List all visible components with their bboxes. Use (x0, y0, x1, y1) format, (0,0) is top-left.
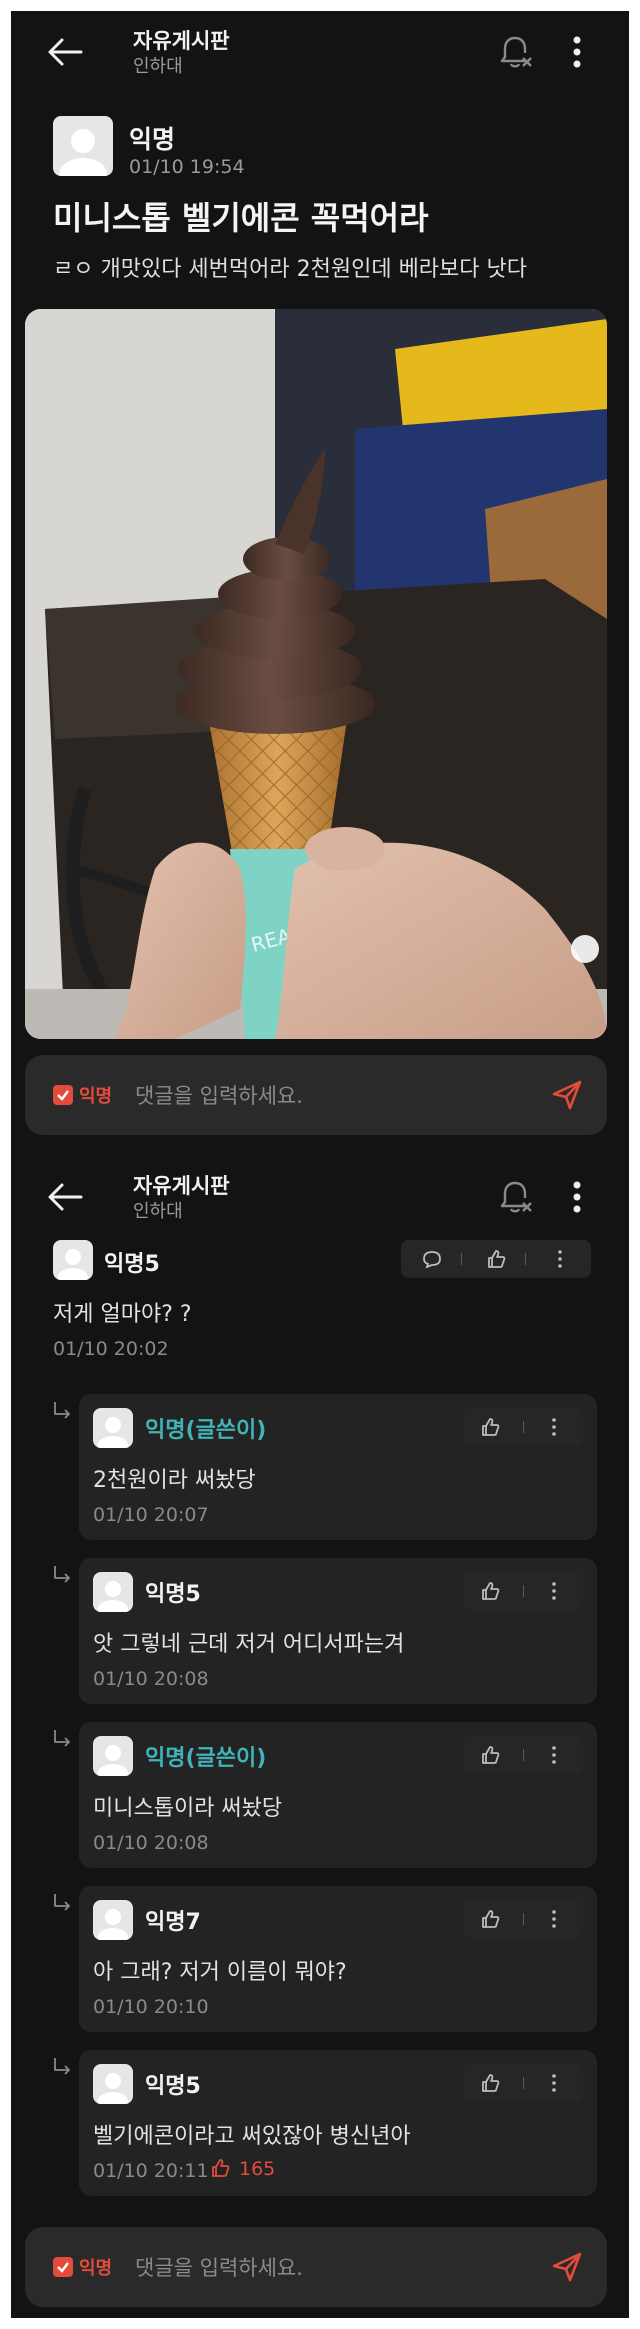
avatar (53, 1240, 93, 1280)
comment-actions (401, 1240, 591, 1278)
reply-author: 익명5 (145, 2074, 201, 2099)
separator (523, 2077, 524, 2089)
reply-time: 01/10 20:11 (93, 2160, 209, 2182)
reply-time: 01/10 20:07 (93, 1504, 209, 1526)
thumbs-up-icon[interactable] (471, 2064, 509, 2102)
reply-actions (463, 1572, 583, 1610)
more-vertical-icon[interactable] (541, 1240, 579, 1278)
avatar (93, 1900, 133, 1940)
reply-arrow-icon (54, 1894, 70, 1911)
more-vertical-icon[interactable] (571, 35, 583, 69)
checkbox-icon[interactable] (53, 1085, 73, 1105)
board-title: 자유게시판 (133, 29, 230, 53)
reply-author: 익명7 (145, 1910, 201, 1935)
separator (523, 1421, 524, 1433)
back-arrow-icon[interactable] (47, 37, 83, 67)
separator (523, 1749, 524, 1761)
separator (523, 1913, 524, 1925)
reply-card: 익명7 아 그래? 저거 이름이 뭐야? 01/10 20:10 (79, 1886, 597, 2032)
reply-card: 익명(글쓴이) 미니스톱이라 써놨당 01/10 20:08 (79, 1722, 597, 1868)
more-vertical-icon[interactable] (535, 1900, 573, 1938)
more-vertical-icon[interactable] (535, 1736, 573, 1774)
post-author: 익명 (129, 125, 176, 154)
reply-card: 익명(글쓴이) 2천원이라 써놨당 01/10 20:07 (79, 1394, 597, 1540)
more-vertical-icon[interactable] (535, 1408, 573, 1446)
thumbs-up-icon[interactable] (471, 1900, 509, 1938)
header-titles: 자유게시판 인하대 (133, 27, 230, 79)
notification-off-icon[interactable] (496, 33, 534, 71)
comment-input[interactable]: 댓글을 입력하세요. (135, 2252, 303, 2282)
thumbs-up-icon[interactable] (471, 1408, 509, 1446)
back-arrow-icon[interactable] (47, 1182, 83, 1212)
send-icon[interactable] (551, 2251, 583, 2283)
post-body: ㄹㅇ 개맛있다 세번먹어라 2천원인데 베라보다 낫다 (53, 257, 528, 282)
thumbs-up-icon[interactable] (477, 1240, 515, 1278)
reply-text: 미니스톱이라 써놨당 (93, 1796, 283, 1821)
reply-author: 익명(글쓴이) (145, 1746, 267, 1771)
reply-author: 익명(글쓴이) (145, 1418, 267, 1443)
comment-input-bar-bottom[interactable]: 익명 댓글을 입력하세요. (25, 2227, 607, 2307)
top-app-bar: 자유게시판 인하대 (11, 11, 629, 91)
separator (523, 1585, 524, 1597)
reply-arrow-icon (54, 1402, 70, 1419)
reply-card: 익명5 앗 그렇네 근데 저거 어디서파는겨 01/10 20:08 (79, 1558, 597, 1704)
reply-text: 아 그래? 저거 이름이 뭐야? (93, 1960, 347, 1985)
reply-arrow-icon (54, 2058, 70, 2075)
reply-time: 01/10 20:08 (93, 1668, 209, 1690)
reply-arrow-icon (54, 1730, 70, 1747)
reply-author: 익명5 (145, 1582, 201, 1607)
more-vertical-icon[interactable] (535, 1572, 573, 1610)
avatar (93, 2064, 133, 2104)
more-vertical-icon[interactable] (535, 2064, 573, 2102)
reply-text: 벨기에콘이라고 써있잖아 병신년아 (93, 2124, 411, 2149)
send-icon[interactable] (551, 1079, 583, 1111)
avatar (93, 1736, 133, 1776)
reply-actions (463, 2064, 583, 2102)
notification-off-icon[interactable] (496, 1178, 534, 1216)
post-title: 미니스톱 벨기에콘 꼭먹어라 (53, 199, 429, 237)
thumbs-up-icon[interactable] (471, 1736, 509, 1774)
avatar (53, 116, 113, 176)
reply-text: 앗 그렇네 근데 저거 어디서파는겨 (93, 1632, 405, 1657)
board-title: 자유게시판 (133, 1174, 230, 1198)
reply-arrow-icon (54, 1566, 70, 1583)
comment-time: 01/10 20:02 (53, 1338, 169, 1360)
avatar (93, 1408, 133, 1448)
reply-actions (463, 1408, 583, 1446)
reply-time: 01/10 20:10 (93, 1996, 209, 2018)
checkbox-icon[interactable] (53, 2257, 73, 2277)
comment-icon[interactable] (413, 1240, 451, 1278)
comment-text: 저게 얼마야? ? (53, 1302, 192, 1327)
post-time: 01/10 19:54 (129, 156, 245, 178)
school-name: 인하대 (133, 56, 183, 77)
top-app-bar-2: 자유게시판 인하대 (11, 1156, 629, 1236)
school-name: 인하대 (133, 1201, 183, 1222)
thumbs-up-icon[interactable] (471, 1572, 509, 1610)
comment: 익명5 저게 얼마야? ? 01/10 20:02 (11, 1240, 629, 1370)
comment-input-bar[interactable]: 익명 댓글을 입력하세요. (25, 1055, 607, 1135)
reply-actions (463, 1736, 583, 1774)
comment-input[interactable]: 댓글을 입력하세요. (135, 1080, 303, 1110)
reply-card: 익명5 벨기에콘이라고 써있잖아 병신년아 01/10 20:11 165 (79, 2050, 597, 2196)
header-titles: 자유게시판 인하대 (133, 1172, 230, 1224)
separator (461, 1253, 462, 1265)
reply-actions (463, 1900, 583, 1938)
comment-author: 익명5 (104, 1252, 160, 1277)
avatar (93, 1572, 133, 1612)
separator (525, 1253, 526, 1265)
thumbs-up-icon (212, 2159, 230, 2177)
like-count: 165 (239, 2158, 276, 2180)
anonymous-label: 익명 (79, 1086, 113, 1107)
post-image[interactable]: REAL (25, 309, 607, 1039)
reply-text: 2천원이라 써놨당 (93, 1468, 256, 1493)
more-vertical-icon[interactable] (571, 1180, 583, 1214)
app-frame: 자유게시판 인하대 익명 01/10 19:54 미니스톱 벨기에콘 꼭먹어라 … (11, 11, 629, 2318)
reply-time: 01/10 20:08 (93, 1832, 209, 1854)
anonymous-label: 익명 (79, 2258, 113, 2279)
